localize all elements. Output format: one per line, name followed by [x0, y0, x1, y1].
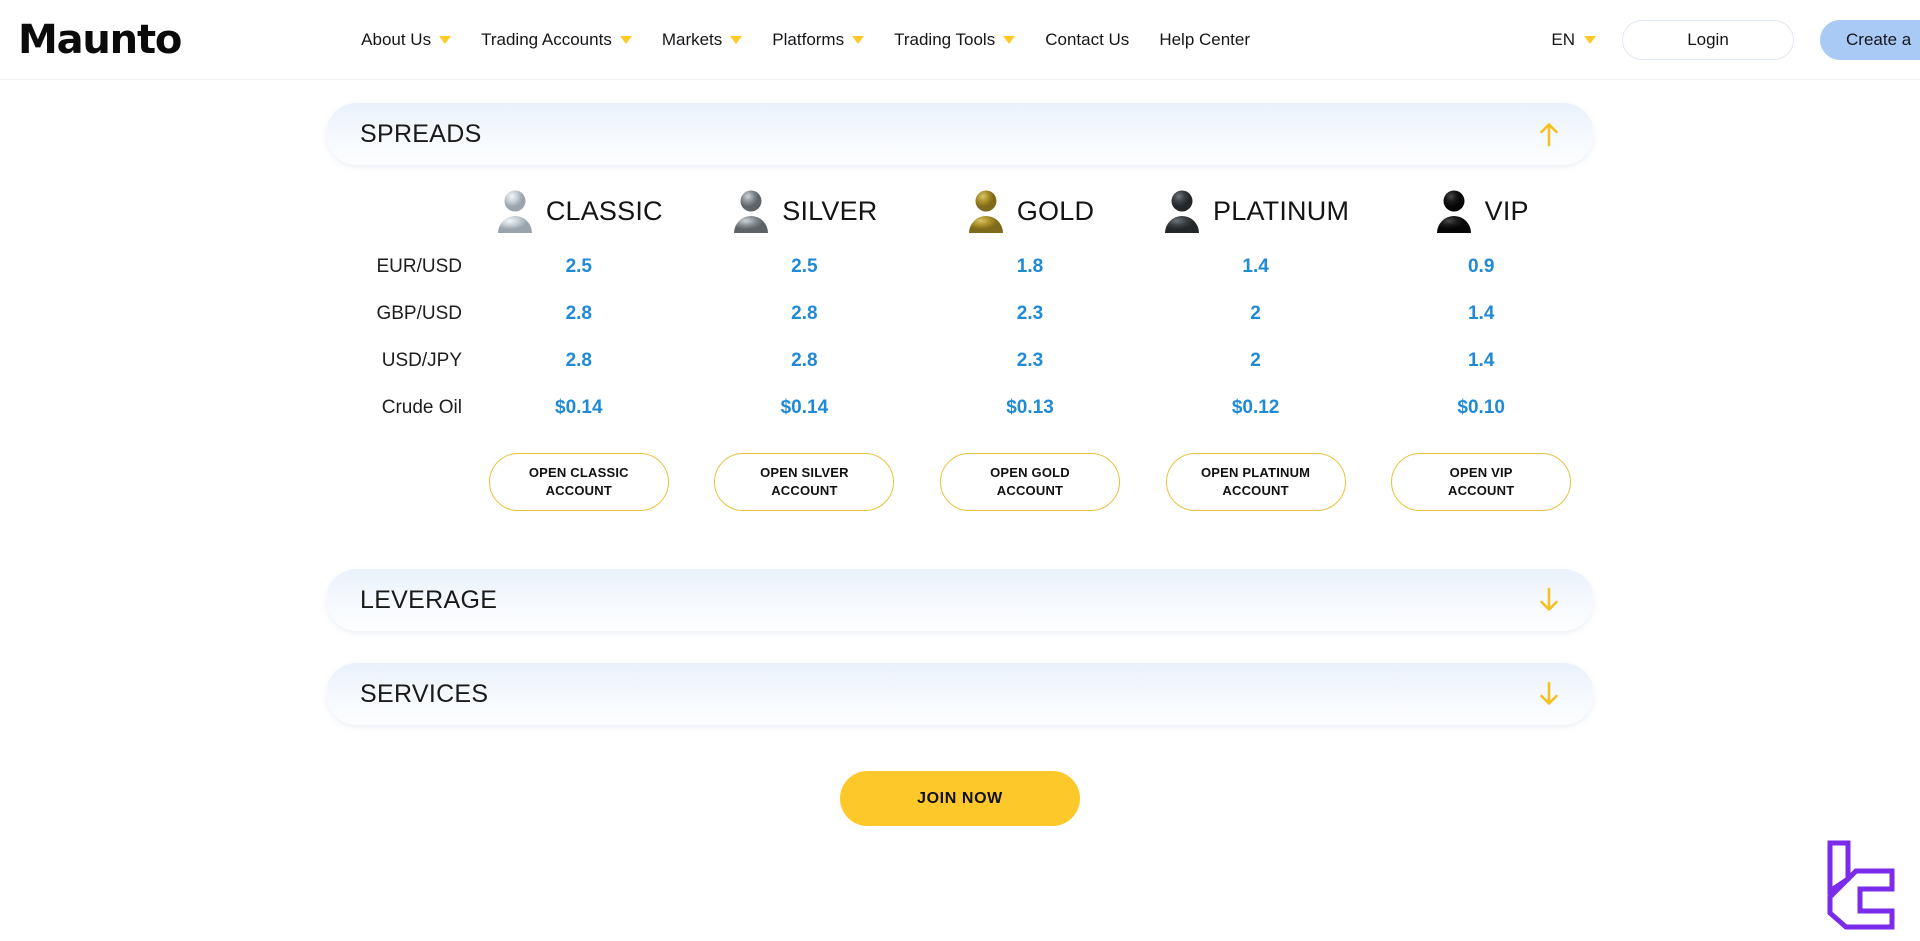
- row-label-usdjpy: USD/JPY: [381, 349, 462, 371]
- cell-gbpusd-classic: 2.8: [565, 302, 592, 324]
- nav-label: About Us: [361, 29, 432, 49]
- chevron-down-icon: [619, 35, 632, 44]
- cell-usdjpy-platinum: 2: [1250, 349, 1261, 371]
- cell-usdjpy-silver: 2.8: [791, 349, 818, 371]
- accordion-title-services: SERVICES: [360, 679, 489, 708]
- cell-crude-silver: $0.14: [780, 396, 829, 418]
- table-row: GBP/USD 2.8 2.8 2.3 2 1.4: [326, 290, 1594, 337]
- chevron-down-icon: [1003, 35, 1016, 44]
- nav-item-trading-tools[interactable]: Trading Tools: [894, 29, 1016, 50]
- tier-header-platinum: PLATINUM: [1143, 189, 1369, 233]
- open-account-button-row: OPEN CLASSIC ACCOUNT OPEN SILVER ACCOUNT O…: [326, 453, 1594, 511]
- nav-item-platforms[interactable]: Platforms: [772, 29, 865, 50]
- tier-header-vip: VIP: [1368, 189, 1594, 233]
- nav-label: Help Center: [1159, 29, 1251, 49]
- tier-label: PLATINUM: [1213, 195, 1350, 226]
- arrow-down-icon: [1540, 681, 1558, 705]
- chevron-down-icon: [852, 35, 865, 44]
- cell-crude-classic: $0.14: [555, 396, 603, 418]
- join-now-button[interactable]: JOIN NOW: [840, 771, 1080, 826]
- arrow-down-icon: [1540, 587, 1558, 611]
- cell-gbpusd-gold: 2.3: [1016, 302, 1044, 324]
- accordion-header-services[interactable]: SERVICES: [326, 663, 1594, 725]
- cell-gbpusd-platinum: 2: [1250, 302, 1261, 324]
- language-selector[interactable]: EN: [1551, 30, 1596, 50]
- chevron-down-icon: [439, 35, 452, 44]
- create-account-button[interactable]: Create a: [1820, 19, 1920, 60]
- nav-item-contact-us[interactable]: Contact Us: [1045, 30, 1129, 50]
- chevron-down-icon: [730, 35, 743, 44]
- accordion-header-leverage[interactable]: LEVERAGE: [326, 569, 1594, 631]
- open-silver-account-button[interactable]: OPEN SILVER ACCOUNT: [714, 453, 895, 511]
- row-label-crude-oil: Crude Oil: [381, 396, 462, 418]
- person-icon-darkgray: [1165, 190, 1200, 233]
- content-container: SPREADS CLASSIC SILVER GOLD PLATINUM VIP…: [326, 103, 1594, 826]
- tier-header-row: CLASSIC SILVER GOLD PLATINUM VIP: [326, 189, 1594, 233]
- tier-label: SILVER: [782, 195, 878, 226]
- page-content: SPREADS CLASSIC SILVER GOLD PLATINUM VIP…: [0, 80, 1920, 941]
- row-label-eurusd: EUR/USD: [376, 255, 462, 277]
- tier-header-classic: CLASSIC: [466, 189, 692, 233]
- cell-crude-platinum: $0.12: [1231, 396, 1280, 418]
- accordion-title-leverage: LEVERAGE: [360, 585, 498, 614]
- cell-crude-gold: $0.13: [1006, 396, 1054, 418]
- button-row-spacer: [326, 453, 466, 511]
- cell-gbpusd-silver: 2.8: [791, 302, 818, 324]
- cell-eurusd-platinum: 1.4: [1242, 255, 1269, 277]
- cell-eurusd-vip: 0.9: [1467, 255, 1495, 277]
- cell-eurusd-silver: 2.5: [791, 255, 818, 277]
- nav-item-markets[interactable]: Markets: [661, 29, 743, 50]
- nav-item-help-center[interactable]: Help Center: [1159, 30, 1250, 50]
- join-now-wrapper: JOIN NOW: [326, 771, 1594, 826]
- open-classic-account-button[interactable]: OPEN CLASSIC ACCOUNT: [488, 453, 669, 511]
- login-button[interactable]: Login: [1622, 19, 1794, 60]
- row-label-gbpusd: GBP/USD: [376, 302, 462, 324]
- top-navbar: Maunto About Us Trading Accounts Markets…: [0, 0, 1920, 80]
- arrow-up-icon: [1540, 123, 1558, 147]
- tier-header-gold: GOLD: [917, 189, 1143, 233]
- cell-gbpusd-vip: 1.4: [1467, 302, 1495, 324]
- person-icon-gray: [734, 190, 769, 233]
- person-icon-black: [1436, 190, 1471, 233]
- table-row: Crude Oil $0.14 $0.14 $0.13 $0.12 $0.10: [326, 384, 1594, 431]
- person-icon-gold: [968, 190, 1003, 233]
- accordion-header-spreads[interactable]: SPREADS: [326, 103, 1594, 165]
- brand-logo[interactable]: Maunto: [18, 20, 182, 60]
- person-icon-silver: [497, 190, 532, 233]
- open-vip-account-button[interactable]: OPEN VIP ACCOUNT: [1391, 453, 1572, 511]
- table-row: EUR/USD 2.5 2.5 1.8 1.4 0.9: [326, 243, 1594, 290]
- nav-item-trading-accounts[interactable]: Trading Accounts: [481, 30, 632, 50]
- watermark-logo-icon: [1827, 840, 1895, 930]
- nav-label: Trading Tools: [894, 29, 996, 49]
- nav-label: Contact Us: [1045, 29, 1130, 49]
- cell-eurusd-gold: 1.8: [1016, 255, 1044, 277]
- tier-label: CLASSIC: [545, 195, 663, 226]
- cell-usdjpy-vip: 1.4: [1467, 349, 1495, 371]
- chevron-down-icon: [1584, 35, 1596, 44]
- cell-usdjpy-classic: 2.8: [565, 349, 592, 371]
- tier-label: GOLD: [1016, 195, 1095, 226]
- table-row: USD/JPY 2.8 2.8 2.3 2 1.4: [326, 337, 1594, 384]
- tier-label: VIP: [1484, 195, 1529, 226]
- main-navigation: About Us Trading Accounts Markets Platfo…: [361, 30, 1250, 50]
- nav-label: Platforms: [772, 29, 845, 49]
- accordion-title-spreads: SPREADS: [360, 119, 482, 148]
- cell-crude-vip: $0.10: [1457, 396, 1505, 418]
- cell-eurusd-classic: 2.5: [565, 255, 592, 277]
- nav-label: Markets: [661, 29, 723, 49]
- nav-item-about-us[interactable]: About Us: [361, 29, 452, 50]
- cell-usdjpy-gold: 2.3: [1016, 349, 1044, 371]
- navbar-actions: EN Login Create a: [1551, 19, 1920, 60]
- tier-header-silver: SILVER: [692, 189, 918, 233]
- language-label: EN: [1551, 29, 1575, 49]
- open-platinum-account-button[interactable]: OPEN PLATINUM ACCOUNT: [1165, 453, 1346, 511]
- nav-label: Trading Accounts: [481, 29, 612, 49]
- open-gold-account-button[interactable]: OPEN GOLD ACCOUNT: [939, 453, 1120, 511]
